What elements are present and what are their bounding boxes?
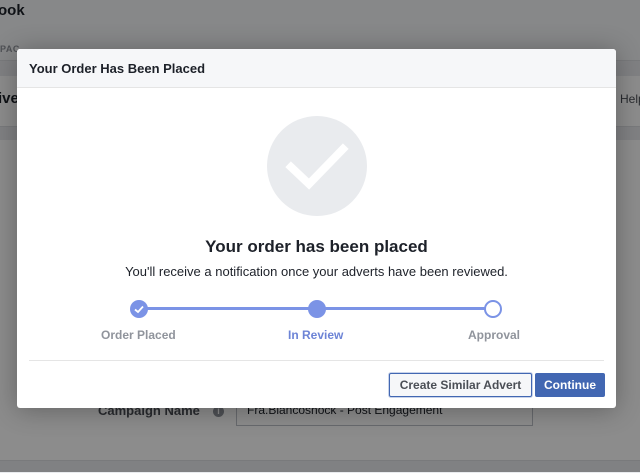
step-label-in-review: In Review <box>288 328 344 342</box>
order-placed-dialog: Your Order Has Been Placed Your order ha… <box>17 49 616 408</box>
continue-button[interactable]: Continue <box>535 373 605 397</box>
dialog-title: Your Order Has Been Placed <box>29 61 206 76</box>
dialog-header: Your Order Has Been Placed <box>17 49 616 88</box>
step-label-order-placed: Order Placed <box>101 328 176 342</box>
step-approval-dot <box>484 300 502 318</box>
checkmark-icon <box>267 116 367 216</box>
step-in-review-dot <box>308 300 326 318</box>
create-similar-advert-button[interactable]: Create Similar Advert <box>389 373 532 397</box>
confirmation-heading: Your order has been placed <box>205 237 428 256</box>
step-label-approval: Approval <box>468 328 521 342</box>
dialog-footer-divider <box>29 360 604 361</box>
confirmation-message: You'll receive a notification once your … <box>125 264 508 279</box>
step-order-placed-check-icon <box>130 300 148 318</box>
